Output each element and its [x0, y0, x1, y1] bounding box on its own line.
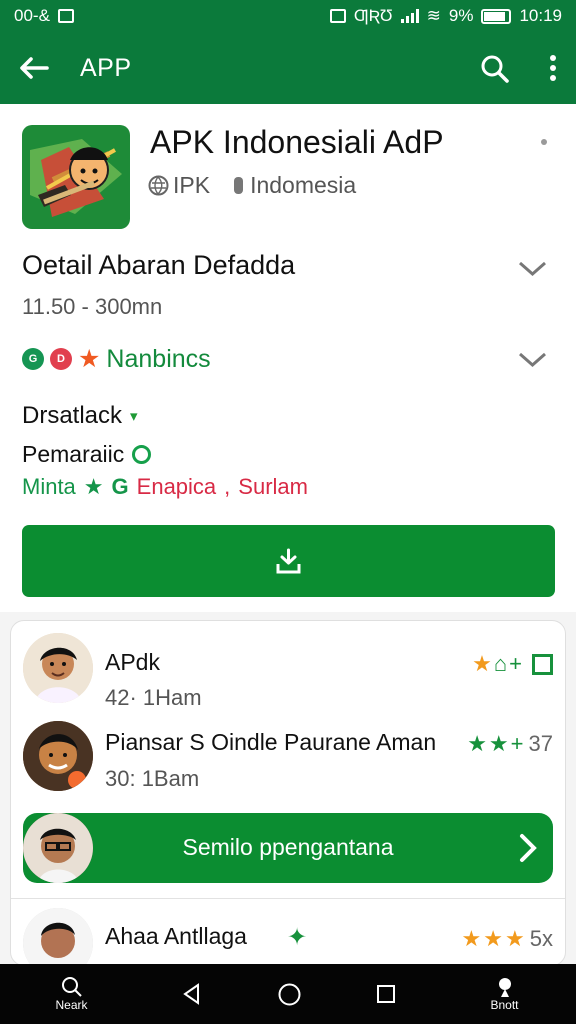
home-icon: ⌂	[493, 651, 508, 676]
ratings-summary[interactable]: G D ★ Nanbincs	[22, 344, 211, 374]
download-button[interactable]	[22, 525, 555, 597]
home-icon[interactable]	[277, 982, 302, 1007]
status-icons-text: ƢƦƱ	[353, 6, 393, 25]
star-icon: ★	[461, 926, 482, 951]
profile-icon	[498, 978, 511, 997]
recents-icon[interactable]	[375, 983, 397, 1005]
reviewer-name: APdk	[105, 649, 160, 675]
avatar	[23, 721, 93, 791]
star-icon: ★	[467, 731, 487, 756]
credit-red-text-2: Surlam	[238, 474, 308, 499]
green-star-icon: ✦	[287, 924, 308, 951]
highlight-button[interactable]: Semilo ppengantana	[23, 813, 553, 883]
status-bar: 00-& ƢƦƱ ≋ 9% 10:19	[0, 0, 576, 32]
back-icon[interactable]	[180, 982, 204, 1006]
nav-right-label: Bnott	[490, 998, 519, 1012]
meta-right: Indomesia	[234, 172, 356, 199]
credit-row: Minta ★ G Enapica , Surlam	[22, 474, 308, 500]
status-right: ƢƦƱ ≋ 9% 10:19	[329, 6, 562, 26]
star-icon: ★	[505, 926, 525, 951]
app-bar: APP	[0, 32, 576, 104]
status-time: 10:19	[519, 6, 562, 25]
status-percent: 9%	[448, 6, 474, 25]
man-avatar-icon	[23, 908, 93, 965]
star-icon: ★	[483, 926, 504, 951]
battery-icon	[481, 8, 512, 24]
credit-star-icon: ★	[83, 474, 104, 499]
green-ring-icon	[132, 445, 152, 464]
globe-icon	[148, 175, 169, 196]
search-icon	[61, 977, 82, 997]
app-title: APP	[80, 53, 132, 82]
parameter-label: Pemaraiic	[22, 441, 125, 467]
review-item[interactable]: Piansar S Oindle Paurane Aman 30: 1Bam ★…	[11, 719, 565, 809]
status-left-text: 00-&	[14, 6, 50, 25]
star-icon: ★	[488, 731, 509, 756]
review-rating: ★ ⌂ +	[472, 651, 553, 677]
man-avatar-icon	[23, 633, 93, 703]
plus-icon: +	[510, 731, 524, 756]
reviewer-name: Piansar S Oindle Paurane Aman	[105, 729, 437, 755]
more-options-icon[interactable]	[548, 54, 558, 82]
meta-left: IPK	[148, 172, 210, 199]
location-icon	[234, 177, 244, 194]
wifi-icon: ≋	[426, 6, 441, 25]
review-time: 42· 1Ham	[105, 685, 202, 710]
checkbox-icon[interactable]	[532, 653, 553, 675]
app-actions	[479, 53, 558, 84]
rating-count: 37	[528, 731, 553, 756]
nav-left-item[interactable]: Neark	[37, 976, 107, 1012]
review-rating: ★ ★ + 37	[467, 731, 553, 757]
review-divider	[11, 898, 565, 899]
message-icon	[329, 9, 346, 23]
meta-left-label: IPK	[173, 172, 211, 198]
small-chevron-icon: ▾	[130, 408, 138, 425]
plus-icon: +	[509, 651, 522, 676]
download-icon	[276, 548, 301, 573]
chevron-down-icon[interactable]	[517, 259, 548, 277]
review-item[interactable]: Ahaa Antllaga ✦ ✓ 1ham ★ ★ ★ 5x	[11, 906, 565, 965]
chevron-right-icon	[520, 834, 537, 862]
credit-green-text: Minta	[22, 474, 76, 499]
credit-g-icon: G	[111, 474, 129, 499]
reviewer-name: Ahaa Antllaga	[105, 923, 247, 949]
red-badge-icon: D	[50, 348, 72, 370]
signal-icon	[400, 9, 419, 23]
app-name: APK Indonesiali AdP	[150, 124, 444, 160]
review-time: 30: 1Bam	[105, 766, 200, 791]
back-arrow-icon[interactable]	[18, 54, 50, 82]
indonesia-character-icon	[30, 139, 122, 217]
highlight-label: Semilo ppengantana	[182, 834, 394, 860]
ratings-label: Nanbincs	[106, 344, 211, 373]
nav-right-item[interactable]: Bnott	[470, 976, 540, 1012]
chevron-down-icon[interactable]	[517, 350, 548, 368]
review-item[interactable]: APdk 42· 1Ham ★ ⌂ +	[11, 631, 565, 721]
detail-subtitle: 11.50 - 300mn	[22, 294, 163, 319]
system-navigation-bar: Neark Bnott	[0, 964, 576, 1024]
search-icon[interactable]	[479, 53, 510, 84]
avatar	[23, 633, 93, 703]
header-overflow-dot	[541, 139, 547, 145]
app-header-card: APK Indonesiali AdP IPK Indomesia Oetail…	[0, 104, 576, 612]
smiling-man-avatar-icon	[23, 721, 93, 791]
status-left: 00-&	[14, 6, 74, 26]
reviews-card: APdk 42· 1Ham ★ ⌂ + Piansar S Oindle Pau…	[10, 620, 566, 966]
dropdown-line[interactable]: Drsatlack ▾	[22, 402, 138, 430]
review-rating: ★ ★ ★ 5x	[462, 926, 553, 952]
credit-red-text: Enapica	[136, 474, 217, 499]
dropdown-line-label: Drsatlack	[22, 402, 123, 429]
avatar	[23, 908, 93, 965]
star-icon: ★	[78, 345, 101, 373]
nav-left-label: Neark	[55, 998, 88, 1012]
rating-count: 5x	[529, 926, 553, 951]
green-badge-icon: G	[22, 348, 44, 370]
detail-title: Oetail Abaran Defadda	[22, 250, 296, 280]
parameter-line: Pemaraiic	[22, 441, 152, 468]
star-icon: ★	[472, 651, 492, 676]
app-icon	[22, 125, 130, 229]
notification-icon	[57, 9, 74, 23]
credit-separator: ,	[224, 474, 231, 499]
meta-right-label: Indomesia	[250, 172, 357, 198]
app-meta-row: IPK Indomesia	[148, 172, 356, 199]
